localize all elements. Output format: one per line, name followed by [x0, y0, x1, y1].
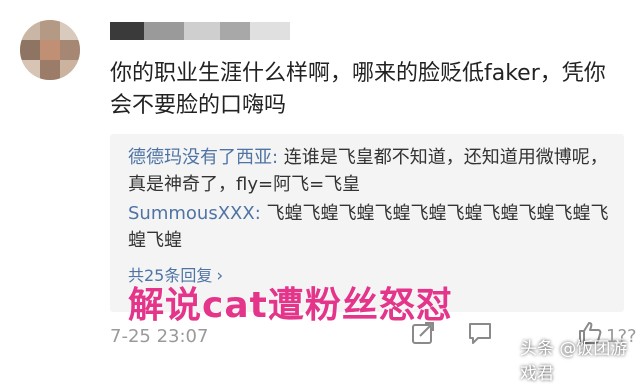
reply-item: SummousXXX: 飞蝗飞蝗飞蝗飞蝗飞蝗飞蝗飞蝗飞蝗飞蝗飞蝗飞蝗 — [128, 200, 612, 254]
reply-item: 德德玛没有了西亚: 连谁是飞皇都不知道，还知道用微博呢，真是神奇了，fly=阿飞… — [128, 144, 612, 198]
like-count: 1?? — [606, 326, 637, 347]
comment-text: 你的职业生涯什么样啊，哪来的脸贬低faker，凭你会不要脸的口嗨吗 — [110, 61, 606, 118]
username[interactable] — [110, 22, 290, 40]
overlay-caption: 解说cat遭粉丝怒怼 — [128, 285, 453, 326]
reply-username[interactable]: 德德玛没有了西亚: — [128, 147, 278, 168]
avatar[interactable] — [20, 20, 80, 80]
comment-icon[interactable] — [467, 320, 493, 346]
timestamp: 7-25 23:07 — [110, 326, 209, 347]
reply-username[interactable]: SummousXXX: — [128, 203, 261, 224]
share-icon[interactable] — [410, 320, 436, 346]
